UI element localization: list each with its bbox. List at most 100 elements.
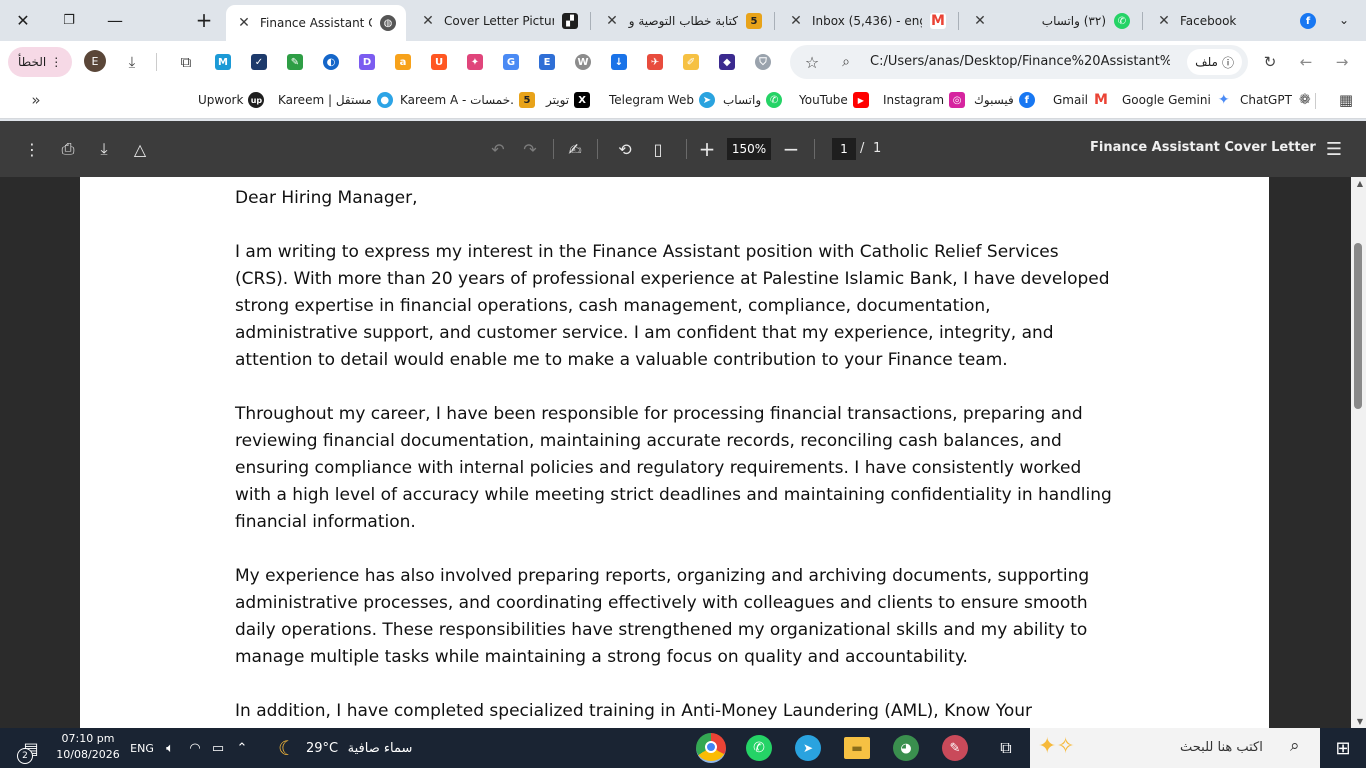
back-arrow-icon[interactable]: ←: [1294, 50, 1318, 74]
telegram-icon[interactable]: ➤: [795, 735, 821, 761]
redo-icon[interactable]: ↷: [518, 137, 542, 161]
zoom-out-button[interactable]: −: [779, 137, 803, 161]
bookmark-label: Instagram: [883, 93, 945, 107]
bookmark-gemini[interactable]: Google Gemini ✦: [1122, 91, 1232, 109]
paint-icon[interactable]: ✎: [942, 735, 968, 761]
bookmark-label: Kareem | مستقل: [278, 93, 372, 107]
extension-pen-icon[interactable]: ✎: [287, 54, 303, 70]
minimize-window-button[interactable]: —: [92, 0, 138, 40]
moon-weather-icon[interactable]: ☾: [272, 736, 302, 760]
extension-swirl-icon[interactable]: ◐: [323, 54, 339, 70]
extension-check-icon[interactable]: ✓: [251, 54, 267, 70]
extension-star-icon[interactable]: ✦: [467, 54, 483, 70]
pdf-page: Dear Hiring Manager, I am writing to exp…: [80, 177, 1269, 728]
temperature[interactable]: 29°C: [305, 736, 339, 760]
bookmark-telegram[interactable]: Telegram Web ➤: [609, 91, 715, 109]
annotate-pen-icon[interactable]: ✍: [563, 137, 587, 161]
clock[interactable]: 07:10 pm 10/08/2026: [56, 731, 120, 763]
tab-recommendation-letter[interactable]: ✕ كتابة خطاب التوصية واعتماد 5: [594, 6, 772, 36]
extension-doc-icon[interactable]: E: [539, 54, 555, 70]
address-bar[interactable]: ☆ ⌕ C:/Users/anas/Desktop/Finance%20Assi…: [790, 45, 1248, 79]
extension-u-icon[interactable]: U: [431, 54, 447, 70]
bookmark-twitter[interactable]: تويتر X: [546, 91, 591, 109]
site-info-chip[interactable]: ملف ⓘ: [1187, 49, 1242, 75]
close-icon[interactable]: ✕: [972, 13, 988, 29]
reload-icon[interactable]: ↻: [1258, 50, 1282, 74]
translate-icon[interactable]: G: [503, 54, 519, 70]
language-indicator[interactable]: ENG: [128, 736, 156, 760]
forward-arrow-icon[interactable]: →: [1330, 50, 1354, 74]
rotate-icon[interactable]: ⟲: [613, 137, 637, 161]
all-bookmarks-grid-icon[interactable]: ▦: [1334, 88, 1358, 112]
close-icon[interactable]: ✕: [604, 13, 620, 29]
close-icon[interactable]: ✕: [420, 13, 436, 29]
more-bookmarks-chevron-icon[interactable]: »: [24, 88, 48, 112]
fit-page-icon[interactable]: ▯: [646, 137, 670, 161]
close-window-button[interactable]: ✕: [0, 0, 46, 40]
taskbar-search-box[interactable]: ✦✧ اكتب هنا للبحث ⌕: [1030, 728, 1320, 768]
extensions-icon[interactable]: ⧉: [174, 50, 198, 74]
scrollbar-thumb[interactable]: [1354, 243, 1362, 409]
tab-facebook[interactable]: ✕ Facebook f: [1146, 6, 1326, 36]
tab-finance-assistant[interactable]: ✕ Finance Assistant Cover Letter ◍: [226, 5, 406, 41]
extension-pencil-icon[interactable]: ✐: [683, 54, 699, 70]
avatar[interactable]: E: [84, 50, 106, 72]
bookmark-upwork[interactable]: Upwork up: [198, 91, 265, 109]
bookmark-mostaql[interactable]: Kareem | مستقل ●: [278, 91, 393, 109]
download-icon[interactable]: ⤓: [92, 137, 116, 161]
battery-icon[interactable]: ▭: [208, 736, 228, 760]
download-icon[interactable]: ⤓: [120, 50, 144, 74]
whatsapp-icon[interactable]: ✆: [746, 735, 772, 761]
tab-label: كتابة خطاب التوصية واعتماد: [628, 14, 738, 28]
extension-bird-icon[interactable]: ✈: [647, 54, 663, 70]
more-vert-icon[interactable]: ⋮: [20, 137, 44, 161]
tab-gmail-inbox[interactable]: ✕ Inbox (5,436) - engkareem M: [778, 6, 956, 36]
zoom-icon[interactable]: ⌕: [834, 50, 858, 74]
zoom-in-button[interactable]: +: [695, 137, 719, 161]
shield-icon[interactable]: ⛉: [755, 54, 771, 70]
menu-icon[interactable]: ☰: [1322, 137, 1346, 161]
extension-a-icon[interactable]: a: [395, 54, 411, 70]
restore-window-button[interactable]: ❐: [46, 0, 92, 40]
extension-download-icon[interactable]: ↓: [611, 54, 627, 70]
bookmark-instagram[interactable]: Instagram ◎: [883, 91, 966, 109]
task-view-icon[interactable]: ⧉: [993, 736, 1019, 760]
app-globe-icon[interactable]: ◕: [893, 735, 919, 761]
bookmark-chatgpt[interactable]: ChatGPT ❁: [1240, 91, 1313, 109]
wordpress-icon[interactable]: W: [575, 54, 591, 70]
scroll-down-arrow-icon[interactable]: ▼: [1357, 717, 1363, 726]
bookmark-khamsat[interactable]: Kareem A - خمسات. 5: [400, 91, 535, 109]
file-explorer-icon[interactable]: ▬: [844, 737, 870, 759]
close-icon[interactable]: ✕: [1156, 13, 1172, 29]
close-icon[interactable]: ✕: [236, 15, 252, 31]
bookmark-facebook[interactable]: فيسبوك f: [974, 91, 1035, 109]
bookmark-star-icon[interactable]: ☆: [800, 50, 824, 74]
scroll-up-arrow-icon[interactable]: ▲: [1357, 179, 1363, 188]
tab-search-chevron-icon[interactable]: ⌄: [1322, 0, 1366, 40]
chrome-icon[interactable]: [696, 733, 726, 763]
vertical-scrollbar[interactable]: ▲ ▼: [1351, 177, 1366, 728]
bookmark-gmail[interactable]: Gmail M: [1053, 91, 1110, 109]
show-hidden-icons-chevron-icon[interactable]: ⌃: [232, 736, 252, 760]
drive-save-icon[interactable]: △: [128, 137, 152, 161]
wifi-icon[interactable]: ◠: [185, 736, 205, 760]
bookmark-whatsapp[interactable]: واتساب ✆: [723, 91, 783, 109]
extension-m-icon[interactable]: M: [215, 54, 231, 70]
letter-greeting: Dear Hiring Manager,: [235, 188, 418, 208]
zoom-level-input[interactable]: 150%: [727, 138, 771, 160]
volume-icon[interactable]: 🔈︎: [160, 736, 180, 760]
page-number-input[interactable]: 1: [832, 138, 856, 160]
print-icon[interactable]: ⎙: [56, 137, 80, 161]
extension-diamond-icon[interactable]: ◆: [719, 54, 735, 70]
tab-cover-letter-pictures[interactable]: ✕ Cover Letter Pictures ▞: [410, 6, 588, 36]
undo-icon[interactable]: ↶: [486, 137, 510, 161]
profile-error-button[interactable]: الخطأ ⋮: [8, 47, 73, 77]
weather-description[interactable]: سماء صافية: [343, 736, 417, 760]
address-url[interactable]: C:/Users/anas/Desktop/Finance%20Assistan…: [870, 54, 1170, 69]
new-tab-button[interactable]: +: [182, 0, 226, 40]
windows-start-icon[interactable]: ⊞: [1330, 736, 1356, 760]
tab-whatsapp[interactable]: ✕ (٣٢) واتساب ✆: [962, 6, 1140, 36]
bookmark-youtube[interactable]: YouTube ▶: [799, 91, 869, 109]
close-icon[interactable]: ✕: [788, 13, 804, 29]
extension-d-icon[interactable]: D: [359, 54, 375, 70]
